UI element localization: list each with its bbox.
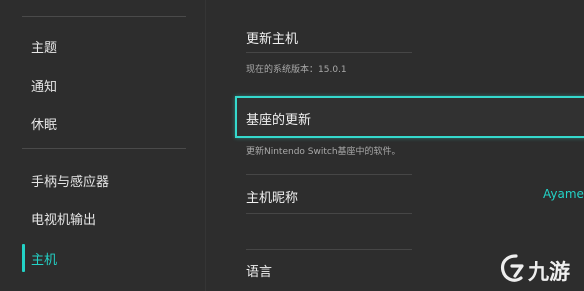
sidebar-item-label: 电视机输出 [31, 212, 97, 228]
sidebar-item-label: 手柄与感应器 [31, 174, 110, 190]
settings-sidebar: 主题 通知 休眠 手柄与感应器 电视机输出 主机 [0, 0, 205, 291]
setting-title: 语言 [246, 265, 273, 280]
row-divider [246, 52, 412, 53]
sidebar-item-notifications[interactable]: 通知 [22, 69, 192, 101]
row-divider [246, 213, 412, 214]
system-version-text: 现在的系统版本：15.0.1 [246, 65, 347, 75]
sidebar-item-system[interactable]: 主机 [22, 242, 192, 274]
sidebar-item-tv-output[interactable]: 电视机输出 [22, 202, 192, 234]
sidebar-item-label: 主机 [31, 252, 58, 268]
watermark-text: 九游 [527, 260, 570, 284]
sidebar-top-divider [22, 16, 186, 17]
setting-title: 基座的更新 [246, 113, 312, 128]
sidebar-item-theme[interactable]: 主题 [22, 30, 192, 62]
sidebar-item-sleep[interactable]: 休眠 [22, 107, 192, 139]
sidebar-item-controllers-sensors[interactable]: 手柄与感应器 [22, 164, 192, 196]
setting-title: 更新主机 [246, 32, 299, 47]
sidebar-middle-divider [22, 148, 186, 149]
row-divider [246, 249, 412, 250]
sidebar-item-label: 主题 [31, 40, 58, 56]
sidebar-item-label: 休眠 [31, 117, 58, 133]
settings-screen: 主题 通知 休眠 手柄与感应器 电视机输出 主机 更新主机 现在的系统版本：15… [0, 0, 584, 291]
setting-title: 主机昵称 [246, 191, 299, 206]
dock-update-description: 更新Nintendo Switch基座中的软件。 [246, 147, 401, 157]
sidebar-item-label: 通知 [31, 79, 58, 95]
setting-row-dock-update[interactable]: 基座的更新 [235, 96, 584, 138]
console-nickname-value: Ayame [543, 187, 584, 201]
settings-content: 更新主机 现在的系统版本：15.0.1 基座的更新 更新Nintendo Swi… [206, 0, 584, 291]
row-divider [246, 174, 412, 175]
active-indicator [22, 244, 25, 272]
watermark-logo: 九游 [500, 254, 570, 284]
